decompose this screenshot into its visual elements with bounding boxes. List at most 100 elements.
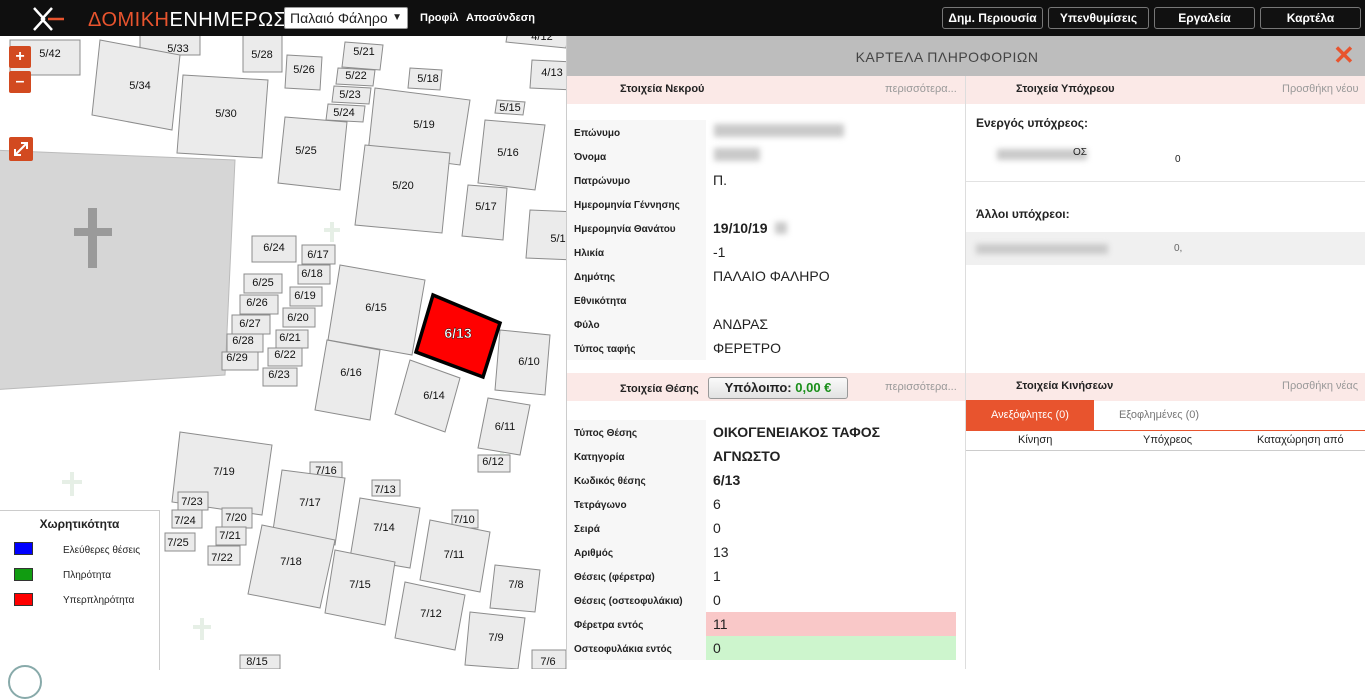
plot-label: 6/22 [274,349,295,361]
plot-label: 7/21 [219,530,240,542]
legend-swatch-over [14,593,33,606]
plot-label: 5/1 [550,233,565,245]
plot-label: 5/30 [215,108,236,120]
profile-link[interactable]: Προφίλ [420,12,459,24]
field-value: ΟΙΚΟΓΕΝΕΙΑΚΟΣ ΤΑΦΟΣ [713,424,881,440]
card-button[interactable]: Καρτέλα [1260,7,1361,29]
brand-name: ΔΟΜΙΚΗΕΝΗΜΕΡΩΣΗ [88,9,302,31]
field-value: 6/13 [713,472,741,488]
plot-label: 6/20 [287,312,308,324]
capacity-legend: Χωρητικότητα Ελεύθερες θέσεις Πληρότητα … [0,510,160,699]
plot-label: 7/8 [508,579,523,591]
plot-label: 7/11 [444,549,465,561]
plot-label: 6/14 [423,390,444,402]
field-row: Ημερομηνία Θανάτου 19/10/19 [567,216,956,240]
plot-label: 6/25 [252,277,273,289]
plot-label: 7/14 [373,522,394,534]
plot-label: 6/23 [268,369,289,381]
zoom-in-button[interactable]: + [9,46,31,68]
plot-label: 7/13 [374,484,395,496]
deceased-section-title: Στοιχεία Νεκρού [620,83,705,95]
other-obligor-row[interactable]: 0, [966,232,1365,265]
city-select[interactable]: Παλαιό Φάληρο ▼ [284,7,408,29]
field-label: Επώνυμο [574,128,621,139]
field-row: Πατρώνυμο Π. [567,168,956,192]
close-icon[interactable]: ✕ [1333,42,1355,68]
plot-label: 7/19 [213,466,234,478]
field-value: 0 [713,520,721,536]
field-value: 1 [713,568,721,584]
redacted-firstname [714,148,760,161]
field-row: Κατηγορία ΑΓΝΩΣΤΟ [567,444,956,468]
field-value: ΠΑΛΑΙΟ ΦΑΛΗΡΟ [713,268,830,284]
active-obligor-value: 0 [1175,154,1181,165]
field-label: Τύπος ταφής [574,344,636,355]
column-header-obligor: Υπόχρεος [1143,434,1193,446]
compass-icon [8,665,42,699]
plot-label: 6/17 [307,249,328,261]
plot-label: 7/24 [174,515,195,527]
movements-section-title: Στοιχεία Κινήσεων [1016,380,1114,392]
field-row: Φύλο ΑΝΔΡΑΣ [567,312,956,336]
field-row: Όνομα [567,144,956,168]
logout-link[interactable]: Αποσύνδεση [466,12,535,24]
field-value: ΦΕΡΕΤΡΟ [713,340,781,356]
tools-button[interactable]: Εργαλεία [1154,7,1255,29]
plot-6-16[interactable] [314,339,381,421]
plot-label: 6/28 [232,335,253,347]
tab-unpaid[interactable]: Ανεξόφλητες (0) [966,400,1094,430]
balance-badge: Υπόλοιπο: 0,00 € [708,377,848,399]
top-bar: ΔΟΜΙΚΗΕΝΗΜΕΡΩΣΗ Παλαιό Φάληρο ▼ Προφίλ Απ… [0,0,1365,36]
field-label: Φύλο [574,320,600,331]
tab-paid[interactable]: Εξοφλημένες (0) [1094,400,1224,430]
movements-add-link[interactable]: Προσθήκη νέας [1282,380,1358,392]
active-obligor-name-tail: ΟΣ [1073,147,1087,158]
field-label: Οστεοφυλάκια εντός [574,644,672,655]
plot-label: 8/15 [246,656,267,668]
field-value: 0 [713,640,721,656]
movements-section-header: Στοιχεία Κινήσεων Προσθήκη νέας [966,373,1365,401]
field-label: Θέσεις (φέρετρα) [574,572,655,583]
field-value: 13 [713,544,729,560]
church-building [0,149,236,390]
redacted-other-obligor [976,244,1108,254]
field-label: Αριθμός [574,548,614,559]
plot-label: 5/15 [499,102,520,114]
plot-label: 6/18 [301,268,322,280]
plot-label: 6/10 [518,356,539,368]
field-value: ΑΓΝΩΣΤΟ [713,448,781,464]
plot-label: 6/16 [340,367,361,379]
property-button[interactable]: Δημ. Περιουσία [942,7,1043,29]
field-value: 19/10/19 [713,220,768,236]
field-row: Θέσεις (οστεοφυλάκια) 0 [567,588,956,612]
plot-label: 5/19 [413,119,434,131]
field-value: ΑΝΔΡΑΣ [713,316,769,332]
plot-label: 4/12 [531,36,552,43]
plot-label: 6/19 [294,290,315,302]
obligor-add-link[interactable]: Προσθήκη νέου [1282,83,1359,95]
fullscreen-icon[interactable] [9,137,33,161]
field-row: Ημερομηνία Γέννησης [567,192,956,216]
reminders-button[interactable]: Υπενθυμίσεις [1048,7,1149,29]
field-row: Τετράγωνο 6 [567,492,956,516]
redacted-surname [714,124,844,137]
field-label: Τετράγωνο [574,500,627,511]
field-label: Δημότης [574,272,616,283]
field-row: Θέσεις (φέρετρα) 1 [567,564,956,588]
plot-label: 6/24 [263,242,284,254]
deceased-more-link[interactable]: περισσότερα... [885,83,957,95]
plot-label: 6/13 [444,325,471,341]
plot-label: 6/29 [226,352,247,364]
info-panel: ΚΑΡΤΕΛΑ ΠΛΗΡΟΦΟΡΙΩΝ ✕ Στοιχεία Νεκρού πε… [566,36,1365,669]
deceased-section-header: Στοιχεία Νεκρού περισσότερα... [567,76,965,104]
location-more-link[interactable]: περισσότερα... [885,381,957,393]
plot-label: 6/27 [239,318,260,330]
plot-label: 6/21 [279,332,300,344]
field-row: Ηλικία -1 [567,240,956,264]
location-section-title: Στοιχεία Θέσης [620,383,699,395]
plot-label: 7/20 [225,512,246,524]
zoom-out-button[interactable]: – [9,71,31,93]
field-label: Κατηγορία [574,452,625,463]
field-row: Τύπος ταφής ΦΕΡΕΤΡΟ [567,336,956,360]
field-row: Κωδικός θέσης 6/13 [567,468,956,492]
